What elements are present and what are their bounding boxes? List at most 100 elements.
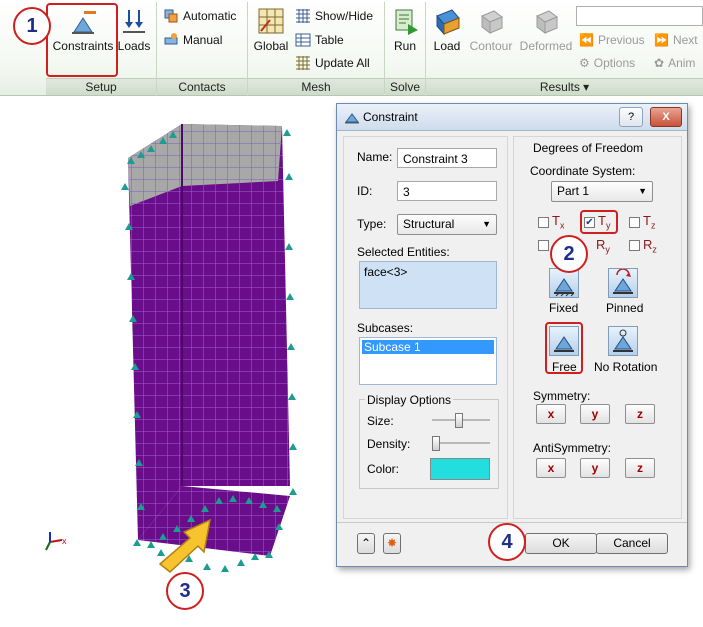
animate-icon: ✿ (654, 56, 665, 70)
constraint-marker-icon (245, 497, 253, 504)
constraints-highlight (46, 3, 118, 77)
rz-checkbox[interactable] (629, 240, 640, 251)
subcases-list[interactable]: Subcase 1 (359, 337, 497, 385)
double-chevron-up-icon: ⌃ (360, 536, 372, 550)
ok-button[interactable]: OK (525, 533, 597, 554)
no-rotation-button[interactable] (608, 326, 638, 356)
loads-button[interactable]: Loads (116, 6, 152, 53)
run-button[interactable]: Run (388, 6, 422, 53)
help-button[interactable]: ? (619, 107, 643, 127)
tz-checkbox[interactable] (629, 217, 640, 228)
selected-entities-label: Selected Entities: (357, 245, 450, 259)
rz-label: Rz (643, 237, 657, 255)
constraint-marker-icon (237, 559, 245, 566)
pinned-button[interactable] (608, 268, 638, 298)
antisymmetry-label: AntiSymmetry: (533, 441, 612, 455)
update-all-icon (296, 56, 310, 70)
next-label: Next (672, 33, 698, 47)
previous-button[interactable]: ⏪ Previous (579, 33, 645, 47)
sparkle-button[interactable]: ✸ (383, 533, 401, 554)
tx-checkbox[interactable] (538, 217, 549, 228)
automatic-contact-icon (164, 9, 178, 23)
next-button[interactable]: ⏩ Next (654, 33, 698, 47)
options-button[interactable]: ⚙ Options (579, 56, 635, 70)
tz-label: Tz (643, 213, 656, 231)
run-label: Run (393, 39, 416, 53)
constraint-marker-icon (285, 173, 293, 180)
density-label: Density: (367, 437, 411, 451)
mesh-group-label: Mesh (248, 78, 384, 95)
deformed-button[interactable]: Deformed (516, 6, 576, 53)
table-label: Table (315, 33, 344, 47)
axis-triad-icon: x (45, 532, 67, 551)
close-button[interactable]: X (650, 107, 682, 127)
display-options-title: Display Options (365, 393, 454, 407)
constraint-marker-icon (229, 495, 237, 502)
antisymmetry-y-button[interactable]: y (580, 458, 610, 478)
options-label: Options (593, 56, 636, 70)
type-label: Type: (357, 217, 387, 231)
contour-button[interactable]: Contour (466, 6, 516, 53)
constraint-marker-icon (275, 523, 283, 530)
size-label: Size: (367, 414, 394, 428)
pinned-label: Pinned (606, 301, 644, 315)
constraint-marker-icon (286, 293, 294, 300)
run-icon (395, 9, 418, 35)
selected-entity-item[interactable]: face<3> (364, 265, 407, 279)
no-rotation-label: No Rotation (594, 360, 658, 374)
symmetry-label: Symmetry: (533, 389, 591, 403)
symmetry-y-button[interactable]: y (580, 404, 610, 424)
constraint-marker-icon (265, 551, 273, 558)
subcase-item[interactable]: Subcase 1 (362, 340, 494, 354)
density-slider-track[interactable] (432, 442, 490, 444)
fixed-icon (554, 278, 575, 297)
color-swatch[interactable] (430, 458, 490, 480)
setup-group-label: Setup (46, 78, 156, 95)
constraint-marker-icon (251, 553, 259, 560)
constraint-marker-icon (201, 505, 209, 512)
no-rotation-icon (613, 329, 633, 352)
chevron-down-icon: ▼ (638, 186, 647, 196)
manual-button[interactable]: Manual (163, 32, 222, 48)
show-hide-button[interactable]: Show/Hide (295, 8, 373, 24)
automatic-button[interactable]: Automatic (163, 8, 236, 24)
antisymmetry-z-button[interactable]: z (625, 458, 655, 478)
update-all-button[interactable]: Update All (295, 55, 370, 71)
animate-button[interactable]: ✿ Anim (654, 56, 695, 70)
name-field[interactable]: Constraint 3 (397, 148, 497, 168)
table-button[interactable]: Table (295, 32, 344, 48)
constraint-title-icon (345, 113, 359, 124)
pinned-icon (613, 268, 633, 294)
coordinate-system-select[interactable]: Part 1 ▼ (551, 181, 653, 202)
type-select[interactable]: Structural ▼ (397, 214, 497, 235)
collapse-button[interactable]: ⌃ (357, 533, 375, 554)
show-hide-icon (296, 9, 310, 23)
load-label: Load (433, 39, 461, 53)
symmetry-z-button[interactable]: z (625, 404, 655, 424)
previous-label: Previous (597, 33, 645, 47)
cancel-button[interactable]: Cancel (596, 533, 668, 554)
tx-label: Tx (552, 213, 565, 231)
constraint-marker-icon (131, 363, 139, 370)
previous-icon: ⏪ (579, 33, 594, 47)
constraint-marker-icon (147, 145, 155, 152)
size-slider-thumb[interactable] (455, 413, 464, 428)
global-mesh-button[interactable]: Global (251, 6, 291, 53)
id-label: ID: (357, 184, 373, 198)
symmetry-x-button[interactable]: x (536, 404, 566, 424)
deformed-label: Deformed (519, 39, 573, 53)
animate-label: Anim (668, 56, 696, 70)
dialog-titlebar: Constraint ? X (337, 104, 687, 131)
free-highlight (545, 322, 583, 374)
selected-entities-list[interactable]: face<3> (359, 261, 497, 309)
antisymmetry-x-button[interactable]: x (536, 458, 566, 478)
type-value: Structural (403, 217, 455, 231)
deformed-icon (536, 10, 558, 34)
rx-checkbox[interactable] (538, 240, 549, 251)
results-selector[interactable] (576, 6, 703, 26)
subcases-label: Subcases: (357, 321, 414, 335)
load-results-button[interactable]: Load (428, 6, 466, 53)
name-label: Name: (357, 150, 393, 164)
density-slider-thumb[interactable] (432, 436, 440, 451)
id-field[interactable]: 3 (397, 181, 497, 201)
